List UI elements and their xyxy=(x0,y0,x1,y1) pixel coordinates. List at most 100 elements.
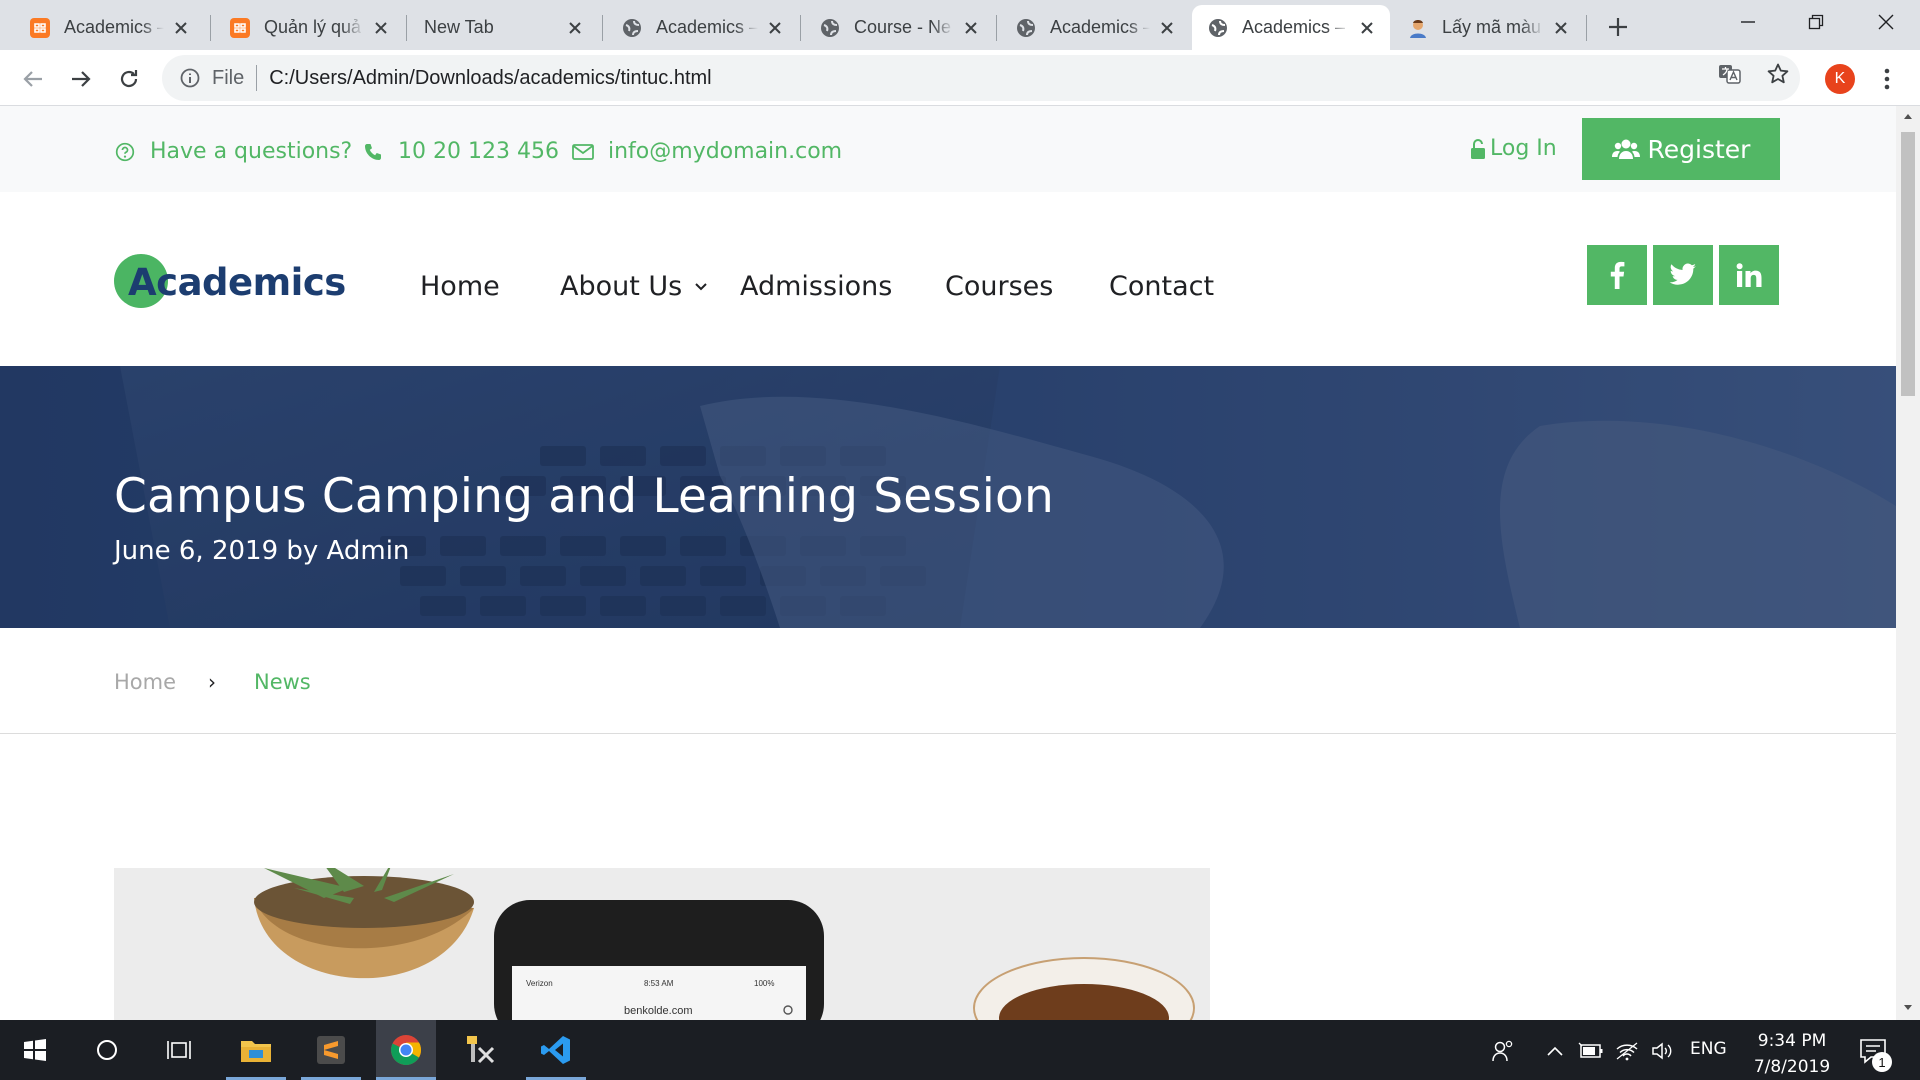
phone-status-battery: 100% xyxy=(754,979,774,988)
people-icon[interactable] xyxy=(1490,1038,1516,1064)
phone-text: 10 20 123 456 xyxy=(398,139,559,164)
action-center-button[interactable]: 1 xyxy=(1856,1034,1892,1072)
tab-close-icon[interactable] xyxy=(1356,17,1378,39)
nav-contact[interactable]: Contact xyxy=(1109,271,1214,302)
login-link[interactable]: Log In xyxy=(1470,136,1557,161)
scrollbar-thumb[interactable] xyxy=(1901,132,1915,396)
tab-academics-2[interactable]: Academics – xyxy=(606,5,798,50)
volume-icon[interactable] xyxy=(1650,1038,1676,1064)
breadcrumb-current: News xyxy=(254,670,311,694)
tab-course[interactable]: Course - Ne xyxy=(804,5,994,50)
address-scheme-label: File xyxy=(212,66,245,89)
start-button[interactable] xyxy=(5,1020,65,1080)
globe-icon xyxy=(1014,16,1038,40)
phone-link[interactable]: 10 20 123 456 xyxy=(362,139,559,164)
close-window-button[interactable] xyxy=(1852,0,1920,44)
tab-close-icon[interactable] xyxy=(170,17,192,39)
new-tab-button[interactable] xyxy=(1602,11,1634,43)
nav-about-us[interactable]: About Us xyxy=(560,271,708,302)
tab-separator xyxy=(406,15,407,41)
cortana-button[interactable] xyxy=(77,1020,137,1080)
browser-toolbar: File C:/Users/Admin/Downloads/academics/… xyxy=(0,50,1920,106)
unlock-icon xyxy=(1470,138,1486,160)
tab-close-icon[interactable] xyxy=(370,17,392,39)
bookmark-star-icon[interactable] xyxy=(1764,60,1792,88)
phone-icon xyxy=(362,141,384,163)
profile-avatar[interactable]: K xyxy=(1825,64,1855,94)
vscode-icon xyxy=(541,1036,570,1064)
tab-title: Academics – xyxy=(656,17,758,37)
arrow-left-icon xyxy=(23,71,42,87)
breadcrumb-home[interactable]: Home xyxy=(114,670,176,694)
main-navigation: Academics Home About Us Admissions Cours… xyxy=(0,192,1896,366)
restore-button[interactable] xyxy=(1782,0,1850,44)
back-button[interactable] xyxy=(18,64,48,94)
task-view-icon xyxy=(167,1041,191,1059)
chrome-icon xyxy=(391,1035,422,1066)
nav-courses[interactable]: Courses xyxy=(945,271,1053,302)
reload-button[interactable] xyxy=(114,64,144,94)
info-icon[interactable] xyxy=(178,66,202,90)
translate-icon[interactable] xyxy=(1716,60,1744,88)
tab-quan-ly[interactable]: Quản lý quả xyxy=(214,5,404,50)
nav-label: Contact xyxy=(1109,271,1215,302)
question-text: Have a questions? xyxy=(150,139,353,164)
facebook-icon xyxy=(1610,261,1625,289)
avatar-icon xyxy=(1406,16,1430,40)
system-clock[interactable]: 9:34 PM 7/8/2019 xyxy=(1744,1028,1840,1080)
clock-time: 9:34 PM xyxy=(1757,1031,1827,1051)
battery-icon[interactable] xyxy=(1578,1038,1604,1064)
tab-separator xyxy=(1586,15,1587,41)
windows-taskbar: ENG 9:34 PM 7/8/2019 1 xyxy=(0,1020,1920,1080)
facebook-button[interactable] xyxy=(1587,245,1647,305)
site-topbar: Have a questions? 10 20 123 456 info@myd… xyxy=(0,106,1896,192)
tab-new-tab[interactable]: New Tab xyxy=(410,5,598,50)
tab-academics-active[interactable]: Academics – xyxy=(1192,5,1390,50)
tab-close-icon[interactable] xyxy=(960,17,982,39)
linkedin-button[interactable] xyxy=(1719,245,1779,305)
phone-status-carrier: Verizon xyxy=(526,979,553,988)
minimize-button[interactable] xyxy=(1714,0,1782,44)
page-scrollbar[interactable] xyxy=(1896,106,1920,1020)
tab-close-icon[interactable] xyxy=(1550,17,1572,39)
tab-close-icon[interactable] xyxy=(564,17,586,39)
twitter-button[interactable] xyxy=(1653,245,1713,305)
xampp-icon xyxy=(28,16,52,40)
tab-separator xyxy=(800,15,801,41)
forward-button[interactable] xyxy=(66,64,96,94)
twitter-icon xyxy=(1669,263,1696,285)
menu-button[interactable] xyxy=(1872,64,1902,94)
browser-tab-strip: Academics – Quản lý quả New Tab Academic… xyxy=(0,0,1920,50)
tab-academics-3[interactable]: Academics – xyxy=(1000,5,1190,50)
tab-title: Academics – xyxy=(1050,17,1150,37)
taskbar-chrome[interactable] xyxy=(376,1020,436,1080)
plus-icon xyxy=(1609,18,1627,36)
taskbar-sublime[interactable] xyxy=(301,1020,361,1080)
taskbar-vscode[interactable] xyxy=(526,1020,586,1080)
scroll-up-icon[interactable] xyxy=(1902,110,1914,122)
register-button[interactable]: Register xyxy=(1582,118,1780,180)
address-url[interactable]: C:/Users/Admin/Downloads/academics/tintu… xyxy=(269,67,711,90)
nav-label: Courses xyxy=(945,271,1054,302)
wifi-icon[interactable] xyxy=(1614,1038,1640,1064)
taskbar-tools-app[interactable] xyxy=(451,1020,511,1080)
input-language[interactable]: ENG xyxy=(1690,1039,1727,1059)
address-bar[interactable]: File C:/Users/Admin/Downloads/academics/… xyxy=(162,55,1800,101)
tab-academics-1[interactable]: Academics – xyxy=(14,5,204,50)
tab-close-icon[interactable] xyxy=(764,17,786,39)
breadcrumb: Home › News xyxy=(0,628,1896,734)
search-circle-icon xyxy=(97,1040,117,1060)
question-link[interactable]: Have a questions? xyxy=(114,139,352,164)
tab-close-icon[interactable] xyxy=(1156,17,1178,39)
scroll-down-icon[interactable] xyxy=(1902,1002,1914,1014)
task-view-button[interactable] xyxy=(149,1020,209,1080)
close-icon xyxy=(1878,14,1894,30)
chevron-up-icon[interactable] xyxy=(1542,1038,1568,1064)
nav-home[interactable]: Home xyxy=(420,271,500,302)
nav-admissions[interactable]: Admissions xyxy=(740,271,892,302)
email-link[interactable]: info@mydomain.com xyxy=(572,139,842,164)
taskbar-file-explorer[interactable] xyxy=(226,1020,286,1080)
globe-icon xyxy=(620,16,644,40)
tab-lay-ma-mau[interactable]: Lấy mã màu xyxy=(1392,5,1584,50)
site-logo[interactable]: Academics xyxy=(114,254,346,310)
